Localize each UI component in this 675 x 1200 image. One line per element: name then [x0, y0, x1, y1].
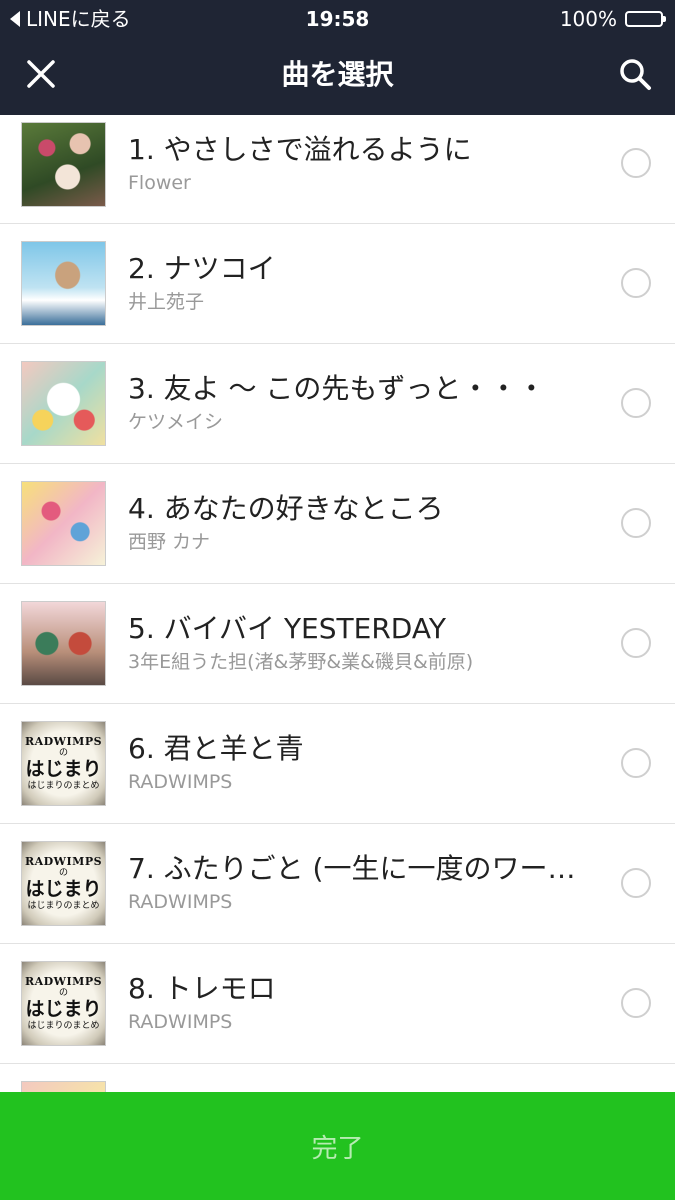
- page-title: 曲を選択: [281, 58, 394, 91]
- song-title: 3. 友よ 〜 この先もずっと・・・: [128, 372, 546, 405]
- song-row[interactable]: 5. バイバイ YESTERDAY 3年E組うた担(渚&茅野&業&磯貝&前原): [0, 584, 675, 704]
- song-title: 7. ふたりごと (一生に一度のワー…: [128, 852, 576, 885]
- song-row[interactable]: 2. ナツコイ 井上苑子: [0, 224, 675, 344]
- battery-percent: 100%: [559, 7, 617, 31]
- select-radio[interactable]: [621, 988, 651, 1018]
- song-row[interactable]: RADWIMPS の はじまり はじまりのまとめ 7. ふたりごと (一生に一度…: [0, 824, 675, 944]
- battery-icon: [625, 11, 666, 27]
- song-artist: ケツメイシ: [128, 411, 224, 433]
- song-title: 6. 君と羊と青: [128, 732, 304, 765]
- done-label: 完了: [311, 1133, 364, 1164]
- song-title: 5. バイバイ YESTERDAY: [128, 612, 446, 645]
- battery-indicator: 100%: [559, 7, 666, 31]
- select-radio[interactable]: [621, 628, 651, 658]
- album-art: [21, 122, 106, 207]
- select-radio[interactable]: [621, 868, 651, 898]
- song-artist: 3年E組うた担(渚&茅野&業&磯貝&前原): [128, 651, 474, 673]
- song-row[interactable]: RADWIMPS の はじまり はじまりのまとめ 6. 君と羊と青 RADWIM…: [0, 704, 675, 824]
- album-art: [21, 361, 106, 446]
- song-artist: RADWIMPS: [128, 891, 233, 913]
- select-radio[interactable]: [621, 268, 651, 298]
- song-title: 4. あなたの好きなところ: [128, 492, 444, 525]
- select-radio[interactable]: [621, 148, 651, 178]
- select-radio[interactable]: [621, 748, 651, 778]
- song-artist: 西野 カナ: [128, 531, 211, 553]
- song-artist: RADWIMPS: [128, 1011, 233, 1033]
- status-bar: LINEに戻る 19:58 100%: [0, 0, 675, 38]
- song-row-partial[interactable]: [0, 1064, 675, 1094]
- top-bar: LINEに戻る 19:58 100% 曲を選択: [0, 0, 675, 115]
- song-artist: 井上苑子: [128, 291, 205, 313]
- album-art: [21, 481, 106, 566]
- album-art: RADWIMPS の はじまり はじまりのまとめ: [21, 961, 106, 1046]
- song-row[interactable]: 3. 友よ 〜 この先もずっと・・・ ケツメイシ: [0, 344, 675, 464]
- song-artist: RADWIMPS: [128, 771, 233, 793]
- song-artist: Flower: [128, 172, 191, 194]
- album-art: [21, 241, 106, 326]
- song-list: 1. やさしさで溢れるように Flower 2. ナツコイ 井上苑子 3. 友よ…: [0, 115, 675, 1094]
- done-button[interactable]: 完了: [0, 1092, 675, 1200]
- nav-bar: 曲を選択: [0, 38, 675, 115]
- song-row[interactable]: RADWIMPS の はじまり はじまりのまとめ 8. トレモロ RADWIMP…: [0, 944, 675, 1064]
- song-title: 2. ナツコイ: [128, 252, 276, 285]
- search-icon[interactable]: [617, 56, 653, 92]
- album-art: RADWIMPS の はじまり はじまりのまとめ: [21, 841, 106, 926]
- song-row[interactable]: 1. やさしさで溢れるように Flower: [0, 115, 675, 224]
- song-row[interactable]: 4. あなたの好きなところ 西野 カナ: [0, 464, 675, 584]
- album-art: RADWIMPS の はじまり はじまりのまとめ: [21, 721, 106, 806]
- album-art: [21, 601, 106, 686]
- select-radio[interactable]: [621, 508, 651, 538]
- song-title: 8. トレモロ: [128, 972, 276, 1005]
- song-title: 1. やさしさで溢れるように: [128, 133, 472, 166]
- select-radio[interactable]: [621, 388, 651, 418]
